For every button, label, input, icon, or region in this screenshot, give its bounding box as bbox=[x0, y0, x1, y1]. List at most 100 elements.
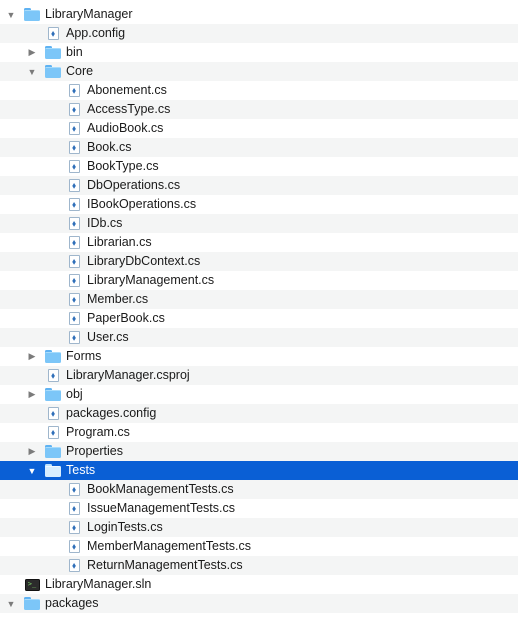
file-icon: ⬧ bbox=[66, 273, 82, 288]
tree-row-label: LibraryDbContext.cs bbox=[87, 254, 201, 268]
disclosure-collapsed-icon[interactable]: ▶ bbox=[25, 442, 39, 461]
tree-row[interactable]: ⬧ LibraryManager.csproj bbox=[0, 366, 518, 385]
file-icon: ⬧ bbox=[66, 520, 82, 535]
disclosure-expanded-icon[interactable]: ▼ bbox=[25, 461, 39, 480]
tree-row[interactable]: ⬧ Abonement.cs bbox=[0, 81, 518, 100]
tree-row-label: App.config bbox=[66, 26, 126, 40]
tree-row-label: Member.cs bbox=[87, 292, 149, 306]
disclosure-collapsed-icon[interactable]: ▶ bbox=[25, 385, 39, 404]
file-icon: ⬧ bbox=[66, 159, 82, 174]
folder-icon bbox=[45, 349, 61, 364]
tree-row-label: IBookOperations.cs bbox=[87, 197, 197, 211]
file-icon: ⬧ bbox=[66, 539, 82, 554]
tree-row[interactable]: ⬧ Book.cs bbox=[0, 138, 518, 157]
tree-row-label: BookType.cs bbox=[87, 159, 159, 173]
tree-row-label: obj bbox=[66, 387, 83, 401]
tree-row-label: LibraryManagement.cs bbox=[87, 273, 215, 287]
tree-row[interactable]: ▼ packages bbox=[0, 594, 518, 613]
file-icon: ⬧ bbox=[66, 216, 82, 231]
file-icon: ⬧ bbox=[66, 121, 82, 136]
tree-row[interactable]: ⬧ DbOperations.cs bbox=[0, 176, 518, 195]
tree-row-label: Forms bbox=[66, 349, 102, 363]
disclosure-expanded-icon[interactable]: ▼ bbox=[4, 5, 18, 24]
tree-row[interactable]: ⬧ BookType.cs bbox=[0, 157, 518, 176]
tree-row[interactable]: ⬧ Member.cs bbox=[0, 290, 518, 309]
tree-row-label: AccessType.cs bbox=[87, 102, 171, 116]
disclosure-collapsed-icon[interactable]: ▶ bbox=[25, 43, 39, 62]
file-icon: ⬧ bbox=[66, 330, 82, 345]
file-icon: ⬧ bbox=[45, 26, 61, 41]
folder-icon bbox=[45, 45, 61, 60]
tree-row[interactable]: ⬧ ReturnManagementTests.cs bbox=[0, 556, 518, 575]
tree-row[interactable]: ▼ Core bbox=[0, 62, 518, 81]
tree-row[interactable]: ⬧ AccessType.cs bbox=[0, 100, 518, 119]
tree-row-label: BookManagementTests.cs bbox=[87, 482, 234, 496]
tree-row-label: IDb.cs bbox=[87, 216, 123, 230]
solution-icon: >_ bbox=[24, 577, 40, 592]
tree-row[interactable]: ▶ bin bbox=[0, 43, 518, 62]
tree-row[interactable]: ⬧ LoginTests.cs bbox=[0, 518, 518, 537]
tree-row[interactable]: >_ LibraryManager.sln bbox=[0, 575, 518, 594]
tree-row[interactable]: ⬧ Librarian.cs bbox=[0, 233, 518, 252]
tree-row[interactable]: ⬧ packages.config bbox=[0, 404, 518, 423]
tree-row-label: Program.cs bbox=[66, 425, 130, 439]
tree-row[interactable]: ⬧ App.config bbox=[0, 24, 518, 43]
file-icon: ⬧ bbox=[66, 482, 82, 497]
disclosure-collapsed-icon[interactable]: ▶ bbox=[25, 347, 39, 366]
tree-row-label: PaperBook.cs bbox=[87, 311, 165, 325]
tree-row[interactable]: ⬧ PaperBook.cs bbox=[0, 309, 518, 328]
file-tree: ▼ LibraryManager ⬧ App.config ▶ bin ▼ Core ⬧ Abon… bbox=[0, 0, 518, 613]
tree-row[interactable]: ⬧ LibraryDbContext.cs bbox=[0, 252, 518, 271]
file-icon: ⬧ bbox=[66, 311, 82, 326]
tree-row-label: LibraryManager.csproj bbox=[66, 368, 190, 382]
tree-row[interactable]: ▼ Tests bbox=[0, 461, 518, 480]
tree-row-label: User.cs bbox=[87, 330, 129, 344]
tree-row[interactable]: ⬧ IssueManagementTests.cs bbox=[0, 499, 518, 518]
tree-row-label: LoginTests.cs bbox=[87, 520, 163, 534]
tree-row[interactable]: ⬧ User.cs bbox=[0, 328, 518, 347]
tree-row-label: Tests bbox=[66, 463, 96, 477]
file-icon: ⬧ bbox=[66, 178, 82, 193]
file-icon: ⬧ bbox=[66, 254, 82, 269]
folder-icon bbox=[45, 463, 61, 478]
file-icon: ⬧ bbox=[45, 368, 61, 383]
tree-row[interactable]: ▼ LibraryManager bbox=[0, 5, 518, 24]
disclosure-expanded-icon[interactable]: ▼ bbox=[25, 62, 39, 81]
file-icon: ⬧ bbox=[45, 406, 61, 421]
tree-row[interactable]: ▶ Properties bbox=[0, 442, 518, 461]
tree-row[interactable]: ⬧ BookManagementTests.cs bbox=[0, 480, 518, 499]
tree-row-label: Core bbox=[66, 64, 94, 78]
tree-row[interactable]: ▶ obj bbox=[0, 385, 518, 404]
tree-row-label: AudioBook.cs bbox=[87, 121, 164, 135]
file-icon: ⬧ bbox=[66, 83, 82, 98]
tree-row[interactable]: ⬧ Program.cs bbox=[0, 423, 518, 442]
file-icon: ⬧ bbox=[66, 558, 82, 573]
folder-icon bbox=[45, 387, 61, 402]
tree-row[interactable]: ⬧ IBookOperations.cs bbox=[0, 195, 518, 214]
tree-row-label: LibraryManager bbox=[45, 7, 133, 21]
tree-row-label: IssueManagementTests.cs bbox=[87, 501, 235, 515]
tree-row[interactable]: ⬧ LibraryManagement.cs bbox=[0, 271, 518, 290]
folder-icon bbox=[24, 7, 40, 22]
tree-row[interactable]: ▶ Forms bbox=[0, 347, 518, 366]
tree-row-label: LibraryManager.sln bbox=[45, 577, 152, 591]
tree-row-label: packages bbox=[45, 596, 99, 610]
tree-row-label: DbOperations.cs bbox=[87, 178, 181, 192]
file-icon: ⬧ bbox=[45, 425, 61, 440]
tree-row-label: Abonement.cs bbox=[87, 83, 167, 97]
tree-row[interactable]: ⬧ IDb.cs bbox=[0, 214, 518, 233]
folder-icon bbox=[24, 596, 40, 611]
tree-row[interactable]: ⬧ MemberManagementTests.cs bbox=[0, 537, 518, 556]
file-icon: ⬧ bbox=[66, 102, 82, 117]
tree-row-label: MemberManagementTests.cs bbox=[87, 539, 251, 553]
disclosure-expanded-icon[interactable]: ▼ bbox=[4, 594, 18, 613]
folder-icon bbox=[45, 64, 61, 79]
tree-row-label: Librarian.cs bbox=[87, 235, 152, 249]
file-icon: ⬧ bbox=[66, 140, 82, 155]
file-icon: ⬧ bbox=[66, 235, 82, 250]
file-icon: ⬧ bbox=[66, 197, 82, 212]
tree-row-label: Properties bbox=[66, 444, 123, 458]
file-icon: ⬧ bbox=[66, 292, 82, 307]
tree-row[interactable]: ⬧ AudioBook.cs bbox=[0, 119, 518, 138]
tree-row-label: Book.cs bbox=[87, 140, 132, 154]
